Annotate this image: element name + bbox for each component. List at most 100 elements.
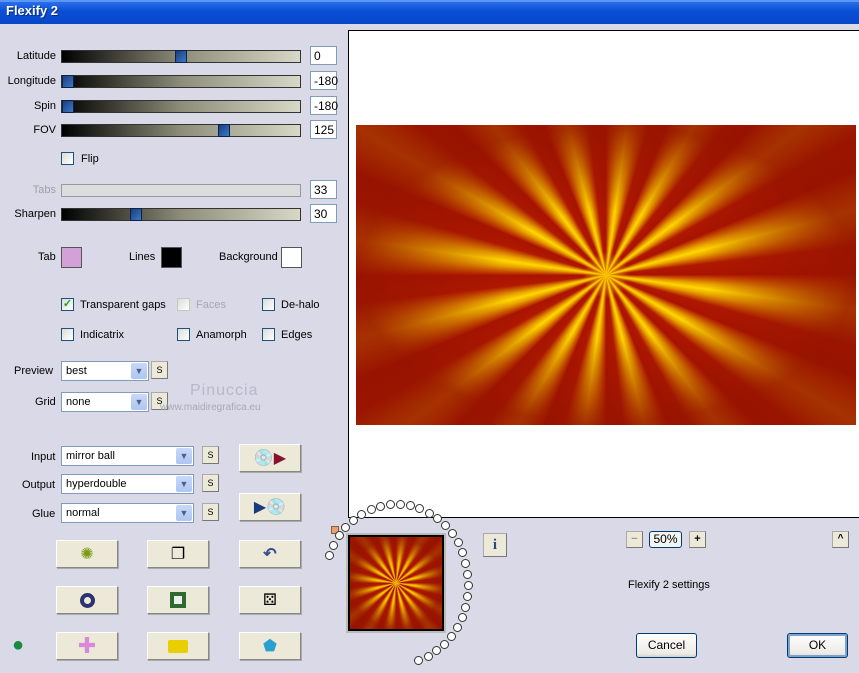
grid-select[interactable]: none ▼ xyxy=(61,392,149,412)
preview-label: Preview xyxy=(14,365,54,377)
zoom-in-button[interactable]: + xyxy=(689,531,706,548)
glue-value: normal xyxy=(66,507,100,519)
undo-button[interactable]: ↶ xyxy=(239,540,301,568)
tabs-value-field[interactable]: 33 xyxy=(310,180,337,199)
edges-checkbox[interactable] xyxy=(262,328,275,341)
ring-position-dot[interactable] xyxy=(457,612,467,622)
ring-position-dot[interactable] xyxy=(452,622,462,632)
ring-position-dot[interactable] xyxy=(329,540,339,550)
chevron-down-icon: ▼ xyxy=(131,363,147,379)
latitude-slider[interactable] xyxy=(61,50,301,63)
de-halo-label: De-halo xyxy=(281,299,320,311)
ring-position-dot[interactable] xyxy=(376,501,386,511)
preview-save-button[interactable]: S xyxy=(151,361,168,379)
transparent-gaps-checkbox[interactable]: ✓ xyxy=(61,298,74,311)
ring-position-dot[interactable] xyxy=(432,646,442,656)
ring-position-dot[interactable] xyxy=(349,515,359,525)
flip-checkbox[interactable] xyxy=(61,152,74,165)
copy-button[interactable]: ❐ xyxy=(147,540,209,568)
ring-position-dot[interactable] xyxy=(334,531,344,541)
longitude-slider-thumb[interactable] xyxy=(62,75,74,88)
fov-value-field[interactable]: 125 xyxy=(310,120,337,139)
anamorph-checkbox[interactable] xyxy=(177,328,190,341)
ring-position-dot[interactable] xyxy=(440,639,450,649)
input-label: Input xyxy=(31,451,56,463)
lines-color-label: Lines xyxy=(129,251,156,263)
longitude-value-field[interactable]: -180 xyxy=(310,71,338,90)
lines-color-swatch[interactable] xyxy=(161,247,182,268)
ring-position-dot[interactable] xyxy=(463,580,473,590)
glue-save-button[interactable]: S xyxy=(202,503,219,521)
chevron-down-icon: ▼ xyxy=(176,505,192,521)
bug-icon: ✺ xyxy=(80,546,94,563)
glue-label: Glue xyxy=(32,508,56,520)
navigator-thumbnail[interactable] xyxy=(346,533,446,633)
ring-position-dot[interactable] xyxy=(341,523,351,532)
chevron-down-icon: ▼ xyxy=(176,448,192,464)
copy-pages-icon: ❐ xyxy=(170,546,186,563)
pentagon-icon: ⬟ xyxy=(263,638,277,655)
glue-select[interactable]: normal ▼ xyxy=(61,503,194,523)
ring-button[interactable] xyxy=(56,586,118,614)
background-color-swatch[interactable] xyxy=(281,247,302,268)
sharpen-value-field[interactable]: 30 xyxy=(310,204,337,223)
tab-color-swatch[interactable] xyxy=(61,247,82,268)
longitude-slider[interactable] xyxy=(61,75,301,88)
ring-position-dot[interactable] xyxy=(453,538,463,548)
info-button[interactable]: i xyxy=(483,533,507,557)
square-frame-icon xyxy=(170,592,186,608)
ring-position-dot[interactable] xyxy=(395,500,405,510)
ring-position-dot[interactable] xyxy=(446,631,456,641)
output-select[interactable]: hyperdouble ▼ xyxy=(61,474,194,494)
ring-position-dot[interactable] xyxy=(461,558,471,568)
preview-select[interactable]: best ▼ xyxy=(61,361,149,381)
spin-slider[interactable] xyxy=(61,100,301,113)
spin-label: Spin xyxy=(33,100,56,112)
ring-position-dot[interactable] xyxy=(458,548,468,558)
latitude-slider-thumb[interactable] xyxy=(175,50,187,63)
chevron-down-icon: ▼ xyxy=(131,394,147,410)
lego-brick-icon xyxy=(168,639,188,653)
ring-position-dot[interactable] xyxy=(463,569,473,579)
ring-position-dot[interactable] xyxy=(325,550,335,560)
fov-slider[interactable] xyxy=(61,124,301,137)
cross-button[interactable]: ✚ xyxy=(56,632,118,660)
disc-to-play-icon: 💿▶ xyxy=(253,450,287,467)
input-save-button[interactable]: S xyxy=(202,446,219,464)
output-save-button[interactable]: S xyxy=(202,474,219,492)
ring-position-dot[interactable] xyxy=(440,521,450,531)
collapse-button[interactable]: ^ xyxy=(832,531,849,548)
indicatrix-label: Indicatrix xyxy=(80,329,125,341)
save-preset-button[interactable]: ▶💿 xyxy=(239,493,301,521)
cancel-button[interactable]: Cancel xyxy=(636,633,697,658)
ring-position-dot[interactable] xyxy=(423,651,433,661)
polyhedron-button[interactable]: ⬟ xyxy=(239,632,301,660)
ok-button[interactable]: OK xyxy=(787,633,848,658)
random-button[interactable]: ⚄ xyxy=(239,586,301,614)
spin-slider-thumb[interactable] xyxy=(62,100,74,113)
input-value: mirror ball xyxy=(66,450,115,462)
randomize-tools-button[interactable]: ✺ xyxy=(56,540,118,568)
spin-value-field[interactable]: -180 xyxy=(310,96,338,115)
latitude-label: Latitude xyxy=(16,50,56,62)
ring-position-dot[interactable] xyxy=(463,591,473,601)
latitude-value-field[interactable]: 0 xyxy=(310,46,337,65)
grid-value: none xyxy=(66,396,91,408)
indicatrix-checkbox[interactable] xyxy=(61,328,74,341)
ring-position-dot[interactable] xyxy=(447,529,457,539)
sharpen-slider[interactable] xyxy=(61,208,301,221)
ring-position-dot[interactable] xyxy=(366,505,376,515)
ring-position-dot[interactable] xyxy=(461,602,471,612)
ring-position-dot[interactable] xyxy=(414,656,424,666)
fov-slider-thumb[interactable] xyxy=(217,124,230,137)
load-preset-button[interactable]: 💿▶ xyxy=(239,444,301,472)
input-select[interactable]: mirror ball ▼ xyxy=(61,446,194,466)
sharpen-slider-thumb[interactable] xyxy=(129,208,142,221)
brick-button[interactable] xyxy=(147,632,209,660)
tabs-slider xyxy=(61,184,301,197)
chevron-down-icon: ▼ xyxy=(176,476,192,492)
zoom-out-button[interactable]: − xyxy=(626,531,643,548)
de-halo-checkbox[interactable] xyxy=(262,298,275,311)
frame-button[interactable] xyxy=(147,586,209,614)
ring-icon xyxy=(79,592,95,608)
